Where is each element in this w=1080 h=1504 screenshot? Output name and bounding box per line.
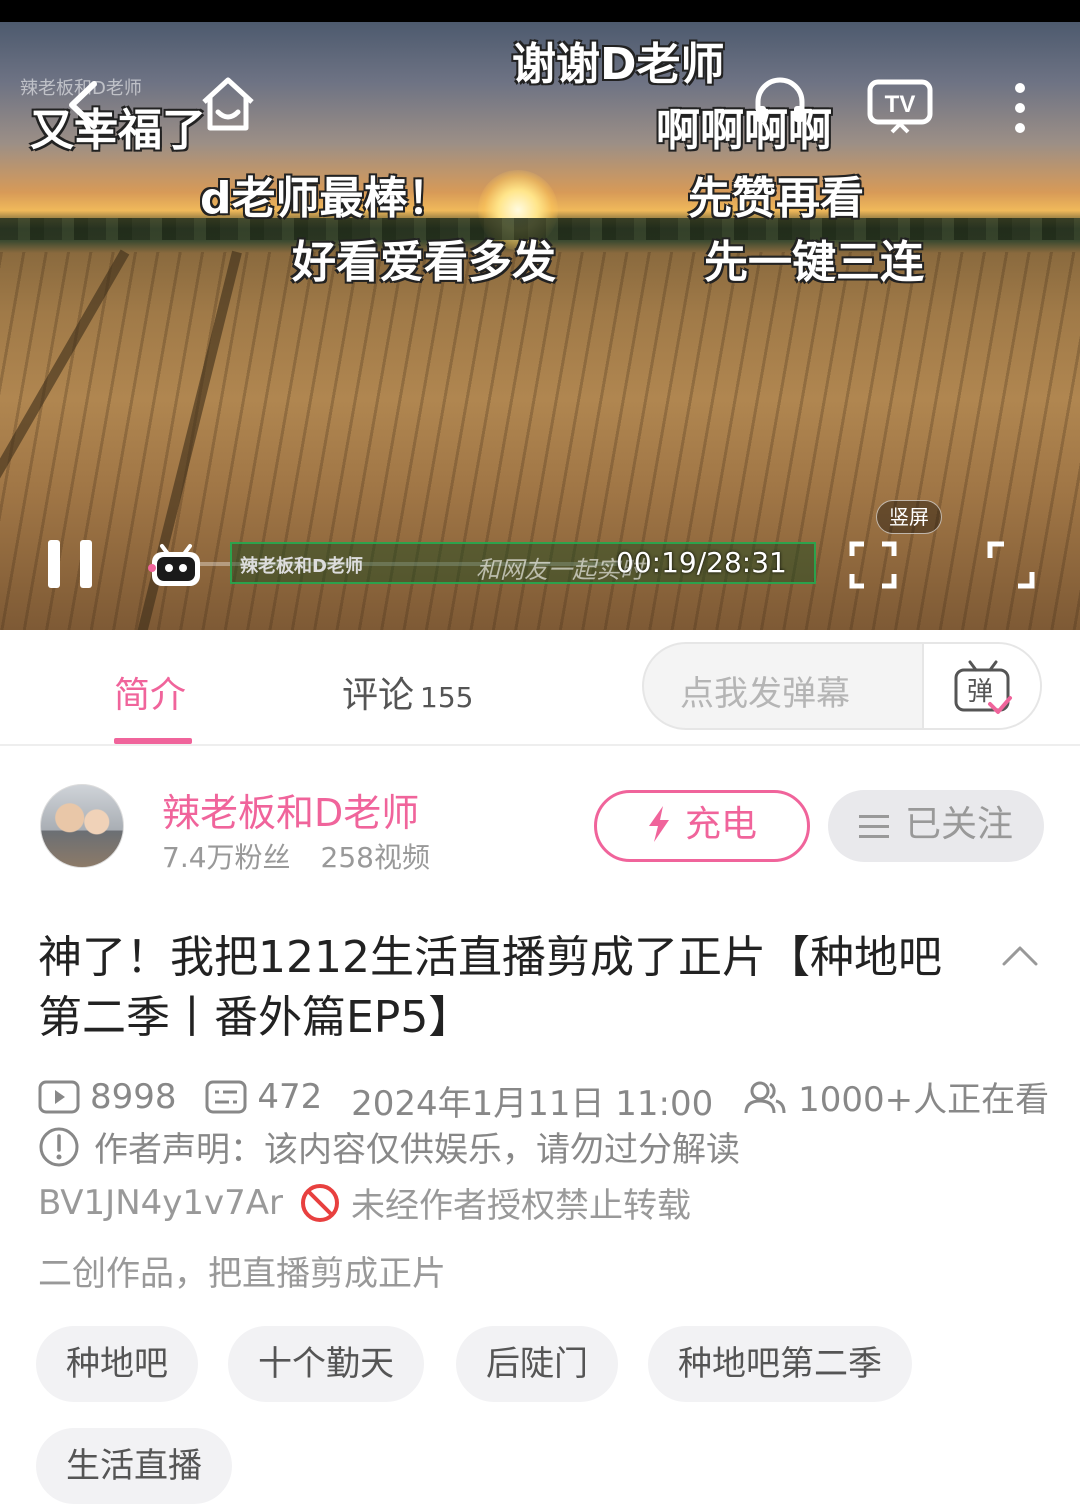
progress-thumb-mascot-icon[interactable] (148, 540, 204, 590)
time-display: 00:19/28:31 (616, 546, 787, 579)
menu-lines-icon (858, 815, 889, 838)
tag-chip[interactable]: 种地吧 (36, 1326, 198, 1402)
danmaku-comment: d老师最棒！ (200, 173, 452, 224)
svg-text:TV: TV (885, 91, 916, 118)
uploader-avatar[interactable] (40, 784, 124, 868)
collapse-chevron-icon[interactable] (1000, 940, 1040, 970)
watching-now: 1000+人正在看 (742, 1072, 1049, 1121)
tab-intro[interactable]: 简介 (114, 666, 186, 718)
tag-chip[interactable]: 生活直播 (36, 1428, 232, 1504)
danmaku-toggle-button[interactable]: 弹 (922, 644, 1040, 728)
play-count-value: 8998 (90, 1076, 177, 1117)
tab-comments[interactable]: 评论 155 (342, 666, 473, 718)
danmaku-count: 472 (205, 1077, 322, 1117)
uploader-videos: 258视频 (320, 841, 430, 874)
video-stats-row: 8998 472 2024年1月11日 11:00 1000+人正在看 (38, 1072, 1067, 1125)
vertical-screen-icon[interactable] (848, 540, 898, 590)
uploader-name[interactable]: 辣老板和D老师 (162, 782, 419, 837)
watching-now-value: 1000+人正在看 (798, 1080, 1050, 1120)
tab-comments-count: 155 (420, 681, 474, 714)
author-declaration: 作者声明：该内容仅供娱乐，请勿过分解读 (38, 1122, 740, 1171)
fullscreen-icon[interactable] (986, 540, 1036, 590)
author-declaration-text: 作者声明：该内容仅供娱乐，请勿过分解读 (94, 1130, 740, 1170)
video-title: 神了！我把1212生活直播剪成了正片【种地吧第二季丨番外篇EP5】 (38, 932, 942, 1043)
charge-button[interactable]: 充电 (594, 790, 810, 862)
home-icon[interactable] (196, 72, 260, 136)
danmaku-comment: 又幸福了 (30, 105, 206, 156)
vertical-screen-badge[interactable]: 竖屏 (876, 500, 942, 534)
danmaku-comment: 好看爱看多发 (292, 237, 556, 288)
bv-id[interactable]: BV1JN4y1v7Ar (38, 1183, 283, 1223)
charge-label: 充电 (684, 804, 757, 845)
play-count: 8998 (38, 1077, 177, 1117)
tag-chip[interactable]: 十个勤天 (228, 1326, 424, 1402)
progress-banner-label: 辣老板和D老师 (240, 556, 363, 577)
video-description: 二创作品，把直播剪成正片 (38, 1254, 446, 1294)
danmaku-comment: 先一键三连 (704, 237, 924, 288)
danmaku-input-placeholder: 点我发弹幕 (680, 674, 850, 714)
status-bar (0, 0, 1080, 22)
tag-chip[interactable]: 后陡门 (456, 1326, 618, 1402)
danmaku-comment: 谢谢D老师 (512, 39, 725, 90)
tag-chip[interactable]: 种地吧第二季 (648, 1326, 912, 1402)
tab-comments-label: 评论 (342, 675, 415, 716)
danmaku-toggle-icon: 弹 (954, 660, 1012, 714)
tab-active-indicator (114, 738, 192, 744)
listen-mode-icon[interactable] (750, 72, 810, 132)
danmaku-count-value: 472 (257, 1076, 323, 1117)
video-id-row: BV1JN4y1v7Ar 未经作者授权禁止转载 (38, 1178, 691, 1227)
tv-cast-icon[interactable]: TV (866, 78, 934, 134)
more-options-icon[interactable] (1010, 80, 1030, 136)
publish-date: 2024年1月11日 11:00 (351, 1083, 714, 1124)
uploader-fans: 7.4万粉丝 (162, 841, 291, 874)
info-exclamation-icon (39, 1127, 79, 1166)
back-arrow-icon[interactable] (58, 78, 112, 132)
danmaku-count-icon (205, 1080, 247, 1113)
tab-bar: 简介 评论 155 点我发弹幕 弹 (0, 630, 1080, 746)
uploader-stats: 7.4万粉丝 258视频 (162, 836, 430, 876)
follow-label: 已关注 (904, 804, 1013, 845)
play-count-icon (38, 1080, 80, 1113)
follow-button[interactable]: 已关注 (828, 790, 1044, 862)
lightning-icon (648, 806, 669, 842)
danmaku-input[interactable]: 点我发弹幕 弹 (642, 642, 1042, 730)
no-repost-icon (301, 1183, 340, 1222)
pause-button[interactable] (48, 540, 92, 588)
people-icon (744, 1081, 786, 1113)
no-repost-text: 未经作者授权禁止转载 (351, 1186, 692, 1226)
danmaku-comment: 先赞再看 (688, 173, 864, 224)
